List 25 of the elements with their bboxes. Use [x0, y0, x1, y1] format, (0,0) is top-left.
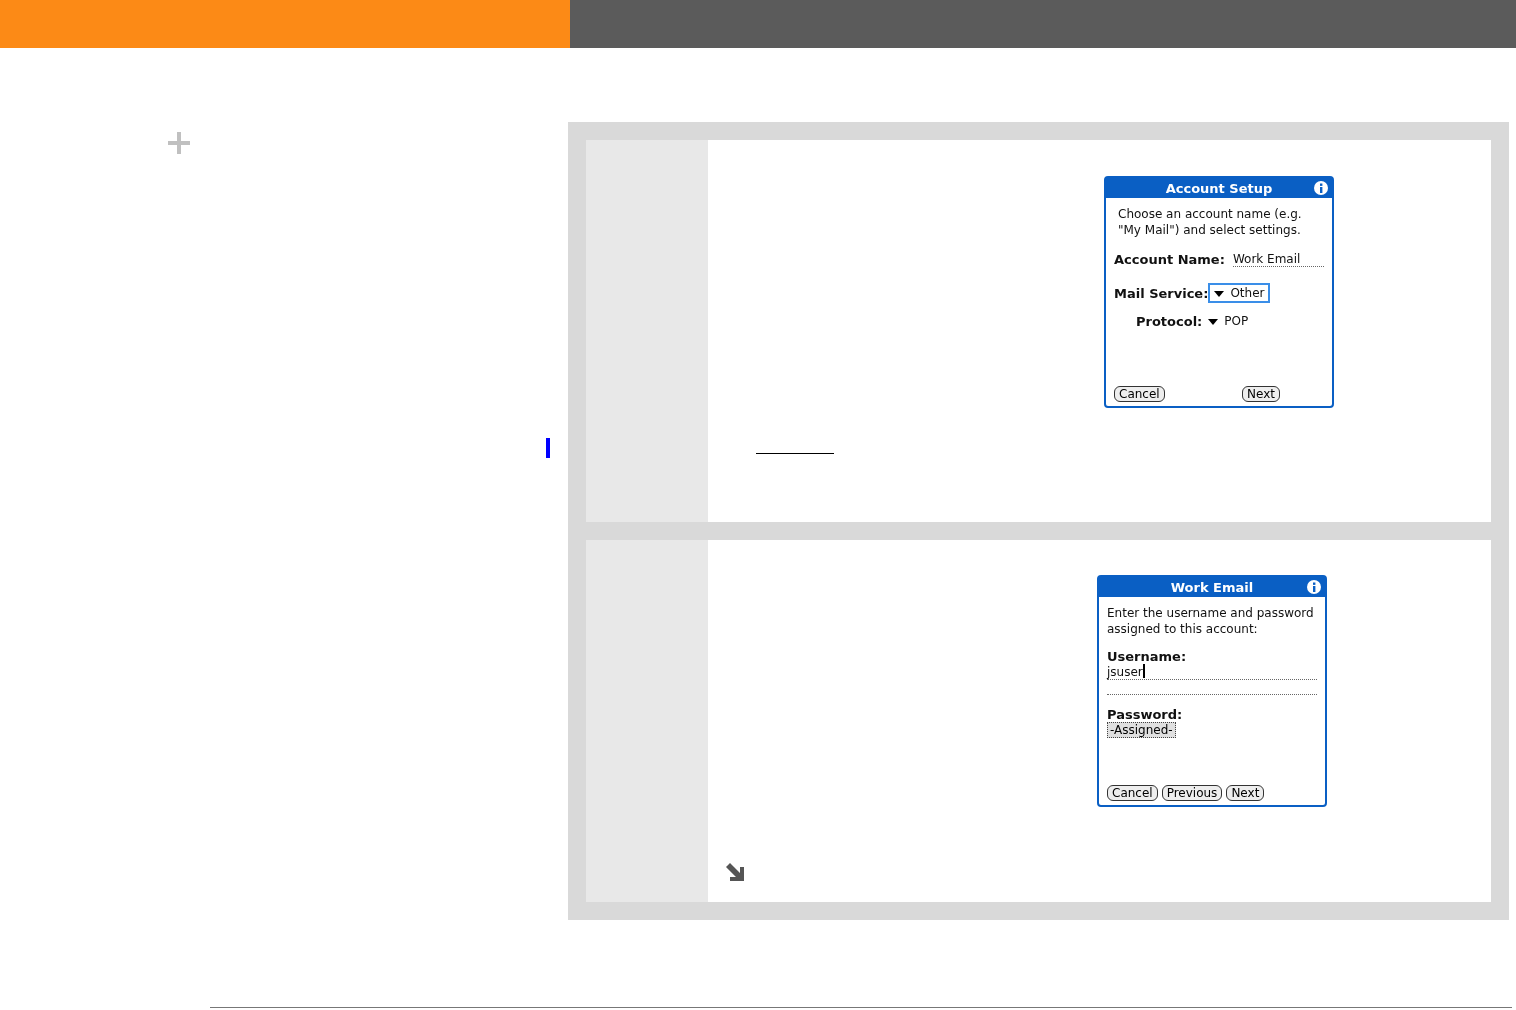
text-field[interactable]: jsuser: [1107, 664, 1317, 680]
dropdown-triangle-icon: [1208, 319, 1219, 325]
field-label: Password:: [1107, 707, 1183, 722]
dialog-message: Choose an account name (e.g. "My Mail") and select settings.: [1117, 206, 1303, 238]
dialog-title: Work Email: [1170, 579, 1254, 595]
dropdown[interactable]: POP: [1202, 311, 1255, 331]
field-label: Protocol:: [1136, 313, 1203, 329]
dropdown-triangle-icon: [1214, 291, 1225, 297]
dialog-button[interactable]: Previous: [1161, 785, 1223, 801]
field-label: Account Name:: [1114, 251, 1225, 267]
field-label: Username:: [1107, 649, 1187, 664]
text-field[interactable]: Work Email: [1232, 251, 1324, 267]
dialog-button[interactable]: Next: [1242, 386, 1280, 402]
dialog-button[interactable]: Cancel: [1107, 785, 1158, 801]
dialog-message: Enter the username and password assigned to this account:: [1107, 605, 1315, 637]
info-icon[interactable]: [1314, 181, 1328, 195]
dropdown[interactable]: Other: [1208, 283, 1271, 303]
dialog-button[interactable]: Next: [1226, 785, 1265, 801]
field-label: Mail Service:: [1114, 285, 1209, 301]
dialog-button[interactable]: Cancel: [1114, 386, 1165, 402]
change-bar: [546, 438, 550, 458]
dialog-title: Account Setup: [1165, 180, 1273, 196]
plus-icon: [168, 132, 190, 154]
selector-button[interactable]: -Assigned-: [1107, 722, 1176, 738]
info-icon[interactable]: [1307, 580, 1321, 594]
